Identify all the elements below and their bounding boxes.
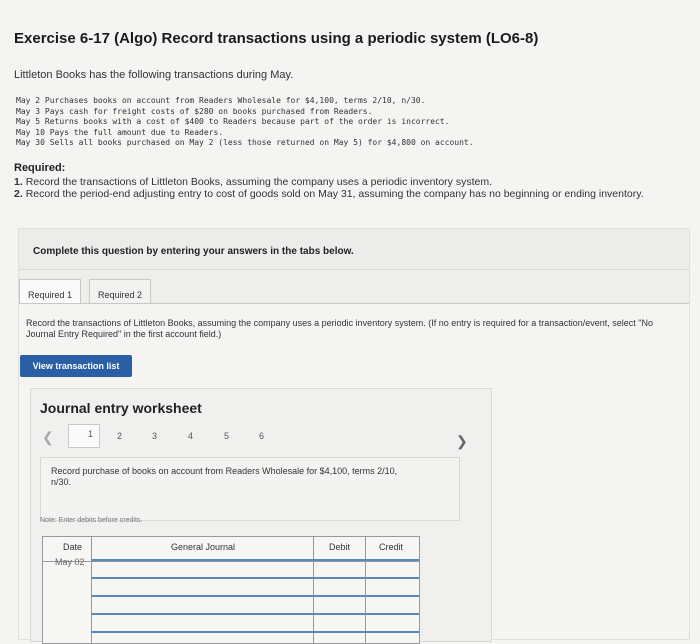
- worksheet-title: Journal entry worksheet: [40, 400, 202, 416]
- debit-credit-note: Note: Enter debits before credits.: [40, 517, 143, 524]
- journal-entry-row[interactable]: [91, 613, 419, 615]
- required-heading: Required:: [14, 162, 66, 174]
- required-item-1: 1. Record the transactions of Littleton …: [14, 176, 493, 188]
- column-header-credit: Credit: [379, 542, 404, 552]
- transaction-line: May 10 Pays the full amount due to Reade…: [16, 127, 224, 137]
- chevron-left-icon[interactable]: ❮: [42, 429, 54, 446]
- transaction-description: Record purchase of books on account from…: [51, 466, 398, 487]
- column-header-debit: Debit: [329, 542, 351, 552]
- column-divider: [365, 537, 366, 643]
- chevron-right-icon[interactable]: ❯: [456, 433, 468, 450]
- journal-entry-row[interactable]: [91, 595, 419, 597]
- transaction-line: May 30 Sells all books purchased on May …: [16, 138, 474, 147]
- panel-header: Complete this question by entering your …: [19, 229, 689, 270]
- transaction-list: May 2 Purchases books on account from Re…: [16, 96, 474, 149]
- instructions-text: Record the transactions of Littleton Boo…: [26, 318, 654, 339]
- worksheet-page-3[interactable]: 3: [152, 431, 157, 441]
- panel-heading: Complete this question by entering your …: [33, 246, 354, 257]
- intro-text: Littleton Books has the following transa…: [14, 69, 294, 81]
- worksheet-page-5[interactable]: 5: [224, 431, 229, 441]
- tab-required-1[interactable]: Required 1: [19, 279, 82, 304]
- required-items: 1. Record the transactions of Littleton …: [14, 176, 664, 200]
- journal-entry-row[interactable]: [91, 577, 419, 579]
- worksheet-page-4[interactable]: 4: [188, 431, 193, 441]
- exercise-title: Exercise 6-17 (Algo) Record transactions…: [14, 30, 539, 47]
- date-value: May 02: [55, 557, 85, 567]
- journal-entry-row[interactable]: [91, 559, 419, 561]
- tab-required-2[interactable]: Required 2: [89, 279, 152, 304]
- column-divider: [313, 537, 314, 643]
- journal-table: Date General Journal Debit Credit May 02: [42, 536, 420, 644]
- column-header-general-journal: General Journal: [171, 542, 236, 552]
- column-divider: [91, 537, 92, 643]
- required-item-2: 2. Record the period-end adjusting entry…: [14, 188, 644, 200]
- journal-entry-row[interactable]: [91, 631, 419, 633]
- transaction-line: May 5 Returns books with a cost of $400 …: [16, 117, 450, 126]
- transaction-line: May 3 Pays cash for freight costs of $28…: [16, 106, 373, 116]
- transaction-line: May 2 Purchases books on account from Re…: [16, 96, 426, 105]
- transaction-description-box: Record purchase of books on account from…: [40, 457, 460, 521]
- worksheet-page-6[interactable]: 6: [259, 431, 264, 441]
- column-header-date: Date: [63, 542, 83, 552]
- view-transaction-list-button[interactable]: View transaction list: [20, 355, 132, 377]
- worksheet-page-1[interactable]: 1: [68, 424, 100, 448]
- worksheet-page-2[interactable]: 2: [117, 431, 122, 441]
